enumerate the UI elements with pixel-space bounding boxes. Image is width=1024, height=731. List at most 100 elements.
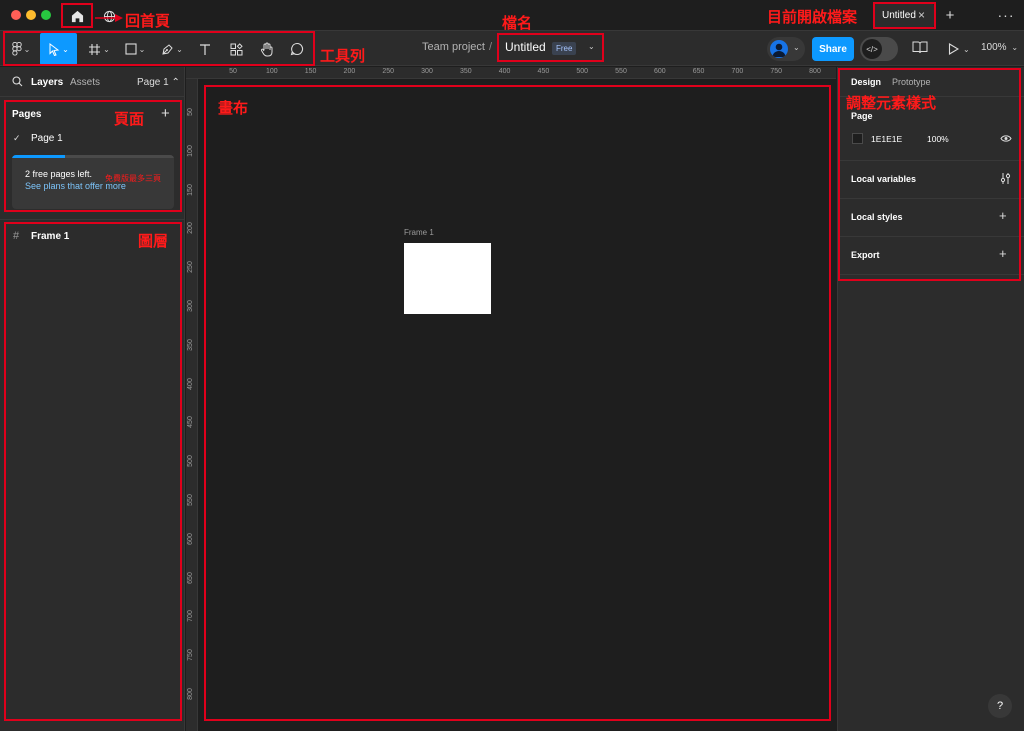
annotation-home: 回首頁 — [125, 12, 171, 30]
frame-tool-button[interactable]: ⌄ — [84, 33, 114, 65]
ruler-tick-label: 200 — [187, 222, 194, 235]
share-button[interactable]: Share — [812, 37, 854, 61]
right-panel: Design Prototype Page 1E1E1E 100% Local … — [837, 67, 1024, 731]
rectangle-icon — [125, 43, 137, 55]
page-name: Page 1 — [31, 133, 63, 144]
pen-nib-icon — [162, 43, 173, 55]
annotation-toolbar: 工具列 — [320, 47, 366, 65]
ruler-tick-label: 450 — [187, 416, 194, 429]
chevron-down-icon: ⌄ — [62, 44, 69, 54]
layer-name: Frame 1 — [31, 231, 70, 242]
frame-1[interactable] — [404, 243, 491, 314]
pages-usage-fill — [12, 155, 66, 158]
text-tool-button[interactable] — [193, 33, 217, 65]
export-title: Export — [851, 250, 880, 260]
hand-tool-button[interactable] — [255, 33, 279, 65]
ruler-tick-label: 450 — [537, 68, 550, 75]
main-menu-button[interactable]: ⌄ — [6, 33, 36, 65]
ruler-tick-label: 100 — [265, 68, 278, 75]
library-button[interactable] — [912, 40, 930, 58]
pages-heading: Pages — [12, 109, 42, 120]
ruler-tick-label: 650 — [692, 68, 705, 75]
page-list-item[interactable]: ✓ Page 1 — [0, 130, 184, 150]
ruler-tick-label: 800 — [809, 68, 821, 75]
canvas[interactable]: Frame 1 — [199, 80, 836, 731]
home-button[interactable] — [62, 4, 92, 28]
chevron-down-icon: ⌄ — [963, 44, 970, 54]
dev-mode-toggle[interactable]: </> — [860, 37, 898, 61]
frame-hash-icon — [89, 43, 101, 55]
breadcrumb-separator: / — [488, 41, 493, 53]
user-menu-button[interactable]: ⌄ — [767, 37, 805, 61]
page-color-hex[interactable]: 1E1E1E — [871, 134, 902, 144]
frame-label[interactable]: Frame 1 — [404, 228, 434, 237]
ruler-tick-label: 750 — [187, 649, 194, 662]
present-button[interactable]: ⌄ — [948, 40, 976, 58]
ruler-tick-label: 700 — [187, 610, 194, 623]
horizontal-ruler: 50 100 150 200 250 300 350 400 450 500 550 600 650 70… — [186, 67, 836, 79]
tab-design[interactable]: Design — [851, 77, 881, 87]
annotation-styles: 調整元素樣式 — [846, 94, 937, 112]
left-panel-tabs: Layers Assets Page 1 ⌃ — [0, 67, 184, 97]
window-zoom-button[interactable] — [41, 10, 51, 20]
pen-tool-button[interactable]: ⌄ — [157, 33, 187, 65]
ruler-tick-label: 300 — [187, 300, 194, 312]
tab-prototype[interactable]: Prototype — [892, 77, 931, 87]
local-styles-title: Local styles — [851, 212, 903, 222]
shape-tool-button[interactable]: ⌄ — [120, 33, 150, 65]
toolbar: ⌄ ⌄ ⌄ ⌄ ⌄ Team project / Untitled Free ⌄ … — [0, 30, 1024, 66]
breadcrumb: Team project / — [422, 41, 496, 53]
resources-icon — [230, 42, 243, 55]
tab-assets[interactable]: Assets — [70, 77, 100, 88]
zoom-menu[interactable]: 100% ⌄ — [981, 42, 1018, 53]
home-icon — [71, 10, 83, 22]
comment-tool-button[interactable] — [285, 33, 309, 65]
figma-logo-icon — [11, 42, 22, 56]
ruler-tick-label: 600 — [187, 532, 194, 545]
page-color-swatch[interactable] — [852, 133, 863, 144]
new-tab-button[interactable]: + — [942, 5, 958, 25]
window-close-button[interactable] — [11, 10, 21, 20]
user-silhouette-icon — [772, 43, 786, 57]
left-panel: Layers Assets Page 1 ⌃ Pages + ✓ Page 1 … — [0, 67, 185, 731]
chevron-down-icon: ⌄ — [793, 43, 800, 52]
zoom-level: 100% — [981, 42, 1007, 53]
variables-sliders-icon[interactable] — [1000, 172, 1011, 185]
plan-badge: Free — [552, 42, 577, 55]
ruler-tick-label: 100 — [187, 144, 194, 157]
page-opacity[interactable]: 100% — [927, 134, 949, 144]
search-icon[interactable] — [12, 76, 23, 87]
help-button[interactable]: ? — [988, 694, 1012, 718]
chevron-down-icon[interactable]: ⌄ — [588, 42, 595, 51]
window-minimize-button[interactable] — [26, 10, 36, 20]
ruler-tick-label: 50 — [229, 68, 237, 75]
team-project-link[interactable]: Team project — [422, 41, 485, 53]
free-pages-left-text: 2 free pages left. — [25, 169, 93, 179]
annotation-pages: 頁面 — [114, 110, 145, 128]
close-icon[interactable]: × — [918, 8, 925, 22]
resources-tool-button[interactable] — [224, 33, 248, 65]
add-page-button[interactable]: + — [161, 105, 170, 122]
local-variables-section: Local variables — [838, 161, 1024, 199]
file-name[interactable]: Untitled — [505, 40, 546, 54]
pages-usage-bar — [12, 155, 174, 158]
local-variables-title[interactable]: Local variables — [851, 174, 916, 184]
ruler-tick-label: 300 — [421, 68, 433, 75]
more-options-button[interactable]: ··· — [996, 5, 1016, 25]
ruler-tick-label: 350 — [187, 338, 194, 351]
tab-layers[interactable]: Layers — [31, 77, 63, 88]
text-t-icon — [200, 43, 210, 55]
move-tool-button[interactable]: ⌄ — [40, 33, 77, 65]
ruler-tick-label: 550 — [187, 494, 194, 506]
comment-bubble-icon — [290, 42, 304, 56]
ruler-tick-label: 650 — [187, 571, 194, 584]
page-selector[interactable]: Page 1 ⌃ — [137, 77, 180, 88]
eye-icon[interactable] — [1000, 134, 1012, 143]
file-tab-label: Untitled — [882, 10, 916, 21]
chevron-down-icon: ⌄ — [176, 44, 183, 54]
file-tab-untitled[interactable]: Untitled × — [874, 3, 934, 28]
ruler-tick-label: 400 — [187, 377, 194, 390]
code-brackets-icon: </> — [862, 39, 882, 59]
add-export-button[interactable]: + — [999, 246, 1007, 261]
add-style-button[interactable]: + — [999, 208, 1007, 223]
